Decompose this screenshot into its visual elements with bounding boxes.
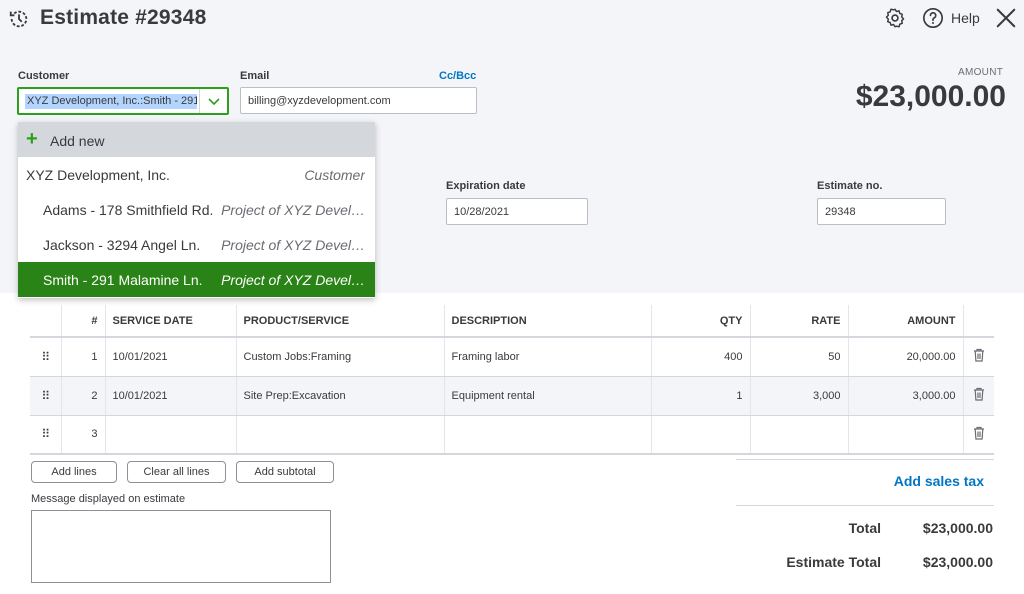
expiration-date-field[interactable]: 10/28/2021: [446, 198, 588, 225]
summary-divider: [736, 505, 994, 506]
drag-handle-icon[interactable]: ⠿: [30, 415, 62, 455]
customer-dropdown-toggle[interactable]: [199, 89, 227, 113]
header-bar: Estimate #29348 Help: [0, 0, 1024, 40]
add-lines-button[interactable]: Add lines: [31, 461, 117, 483]
row-num: 2: [61, 376, 106, 416]
gear-icon[interactable]: [884, 7, 906, 29]
help-icon[interactable]: [922, 7, 944, 29]
row-product-service[interactable]: [236, 415, 445, 455]
email-label: Email: [240, 70, 270, 82]
col-header-amount: AMOUNT: [848, 305, 964, 338]
option-name: Adams - 178 Smithfield Rd.: [43, 202, 214, 218]
col-header-service-date: SERVICE DATE: [105, 305, 237, 338]
col-header-qty: QTY: [651, 305, 751, 338]
help-label[interactable]: Help: [951, 10, 980, 26]
option-type: Project of XYZ Devel…: [221, 272, 365, 288]
row-num: 1: [61, 337, 106, 377]
drag-column-header: [30, 305, 62, 338]
drag-handle-icon[interactable]: ⠿: [30, 376, 62, 416]
delete-row-cell[interactable]: [963, 376, 994, 416]
email-field[interactable]: billing@xyzdevelopment.com: [240, 87, 477, 114]
row-qty[interactable]: [651, 415, 751, 455]
option-name: XYZ Development, Inc.: [26, 167, 170, 183]
total-label: Total: [848, 520, 881, 536]
summary-divider: [736, 459, 994, 460]
estimate-no-field[interactable]: 29348: [817, 198, 946, 225]
table-header-row: # SERVICE DATE PRODUCT/SERVICE DESCRIPTI…: [30, 305, 994, 338]
trash-icon[interactable]: [973, 426, 985, 440]
customer-dropdown-menu: + Add new XYZ Development, Inc. Customer…: [18, 122, 375, 298]
trash-icon[interactable]: [973, 348, 985, 362]
estimate-no-label: Estimate no.: [817, 180, 883, 192]
estimate-total-value: $23,000.00: [922, 554, 993, 570]
row-service-date[interactable]: 10/01/2021: [105, 376, 237, 416]
table-row[interactable]: ⠿ 3: [30, 415, 994, 455]
expiration-date-label: Expiration date: [446, 180, 526, 192]
row-service-date[interactable]: 10/01/2021: [105, 337, 237, 377]
row-description[interactable]: [444, 415, 652, 455]
chevron-down-icon: [208, 98, 220, 106]
col-header-num: #: [61, 305, 106, 338]
line-items-table: # SERVICE DATE PRODUCT/SERVICE DESCRIPTI…: [30, 305, 994, 455]
customer-label: Customer: [18, 70, 70, 82]
add-new-option[interactable]: + Add new: [18, 122, 375, 157]
row-amount[interactable]: 20,000.00: [848, 337, 964, 377]
dropdown-option-project-selected[interactable]: Smith - 291 Malamine Ln. Project of XYZ …: [18, 262, 375, 297]
option-name: Smith - 291 Malamine Ln.: [43, 272, 203, 288]
option-type: Project of XYZ Devel…: [221, 202, 365, 218]
estimate-total-label: Estimate Total: [786, 554, 881, 570]
trash-icon[interactable]: [973, 387, 985, 401]
row-service-date[interactable]: [105, 415, 237, 455]
row-product-service[interactable]: Site Prep:Excavation: [236, 376, 445, 416]
plus-icon: +: [26, 128, 38, 150]
row-qty[interactable]: 1: [651, 376, 751, 416]
option-name: Jackson - 3294 Angel Ln.: [43, 237, 201, 253]
table-row[interactable]: ⠿ 2 10/01/2021 Site Prep:Excavation Equi…: [30, 376, 994, 416]
row-amount[interactable]: 3,000.00: [848, 376, 964, 416]
clear-all-lines-button[interactable]: Clear all lines: [127, 461, 226, 483]
row-description[interactable]: Equipment rental: [444, 376, 652, 416]
drag-handle-icon[interactable]: ⠿: [30, 337, 62, 377]
row-description[interactable]: Framing labor: [444, 337, 652, 377]
row-rate[interactable]: [750, 415, 849, 455]
add-sales-tax-link[interactable]: Add sales tax: [894, 473, 984, 489]
row-rate[interactable]: 3,000: [750, 376, 849, 416]
delete-row-cell[interactable]: [963, 415, 994, 455]
amount-label: AMOUNT: [958, 67, 1004, 78]
dropdown-option-customer[interactable]: XYZ Development, Inc. Customer: [18, 157, 375, 192]
customer-value[interactable]: XYZ Development, Inc.:Smith - 291 Malami…: [25, 94, 197, 109]
close-icon[interactable]: [995, 7, 1017, 29]
col-header-product-service: PRODUCT/SERVICE: [236, 305, 445, 338]
page-title: Estimate #29348: [40, 6, 207, 29]
delete-column-header: [963, 305, 994, 338]
cc-bcc-link[interactable]: Cc/Bcc: [439, 70, 476, 82]
option-type: Customer: [304, 167, 365, 183]
row-amount[interactable]: [848, 415, 964, 455]
history-icon[interactable]: [8, 8, 30, 30]
row-rate[interactable]: 50: [750, 337, 849, 377]
message-label: Message displayed on estimate: [31, 493, 186, 505]
option-type: Project of XYZ Devel…: [221, 237, 365, 253]
row-product-service[interactable]: Custom Jobs:Framing: [236, 337, 445, 377]
add-new-label: Add new: [50, 133, 105, 149]
total-value: $23,000.00: [922, 520, 993, 536]
dropdown-option-project[interactable]: Adams - 178 Smithfield Rd. Project of XY…: [18, 192, 375, 227]
delete-row-cell[interactable]: [963, 337, 994, 377]
add-subtotal-button[interactable]: Add subtotal: [236, 461, 334, 483]
amount-value: $23,000.00: [855, 80, 1006, 113]
dropdown-option-project[interactable]: Jackson - 3294 Angel Ln. Project of XYZ …: [18, 227, 375, 262]
customer-select[interactable]: XYZ Development, Inc.:Smith - 291 Malami…: [17, 87, 229, 115]
row-num: 3: [61, 415, 106, 455]
col-header-rate: RATE: [750, 305, 849, 338]
message-textarea[interactable]: [31, 510, 331, 583]
table-row[interactable]: ⠿ 1 10/01/2021 Custom Jobs:Framing Frami…: [30, 337, 994, 377]
row-qty[interactable]: 400: [651, 337, 751, 377]
col-header-description: DESCRIPTION: [444, 305, 652, 338]
